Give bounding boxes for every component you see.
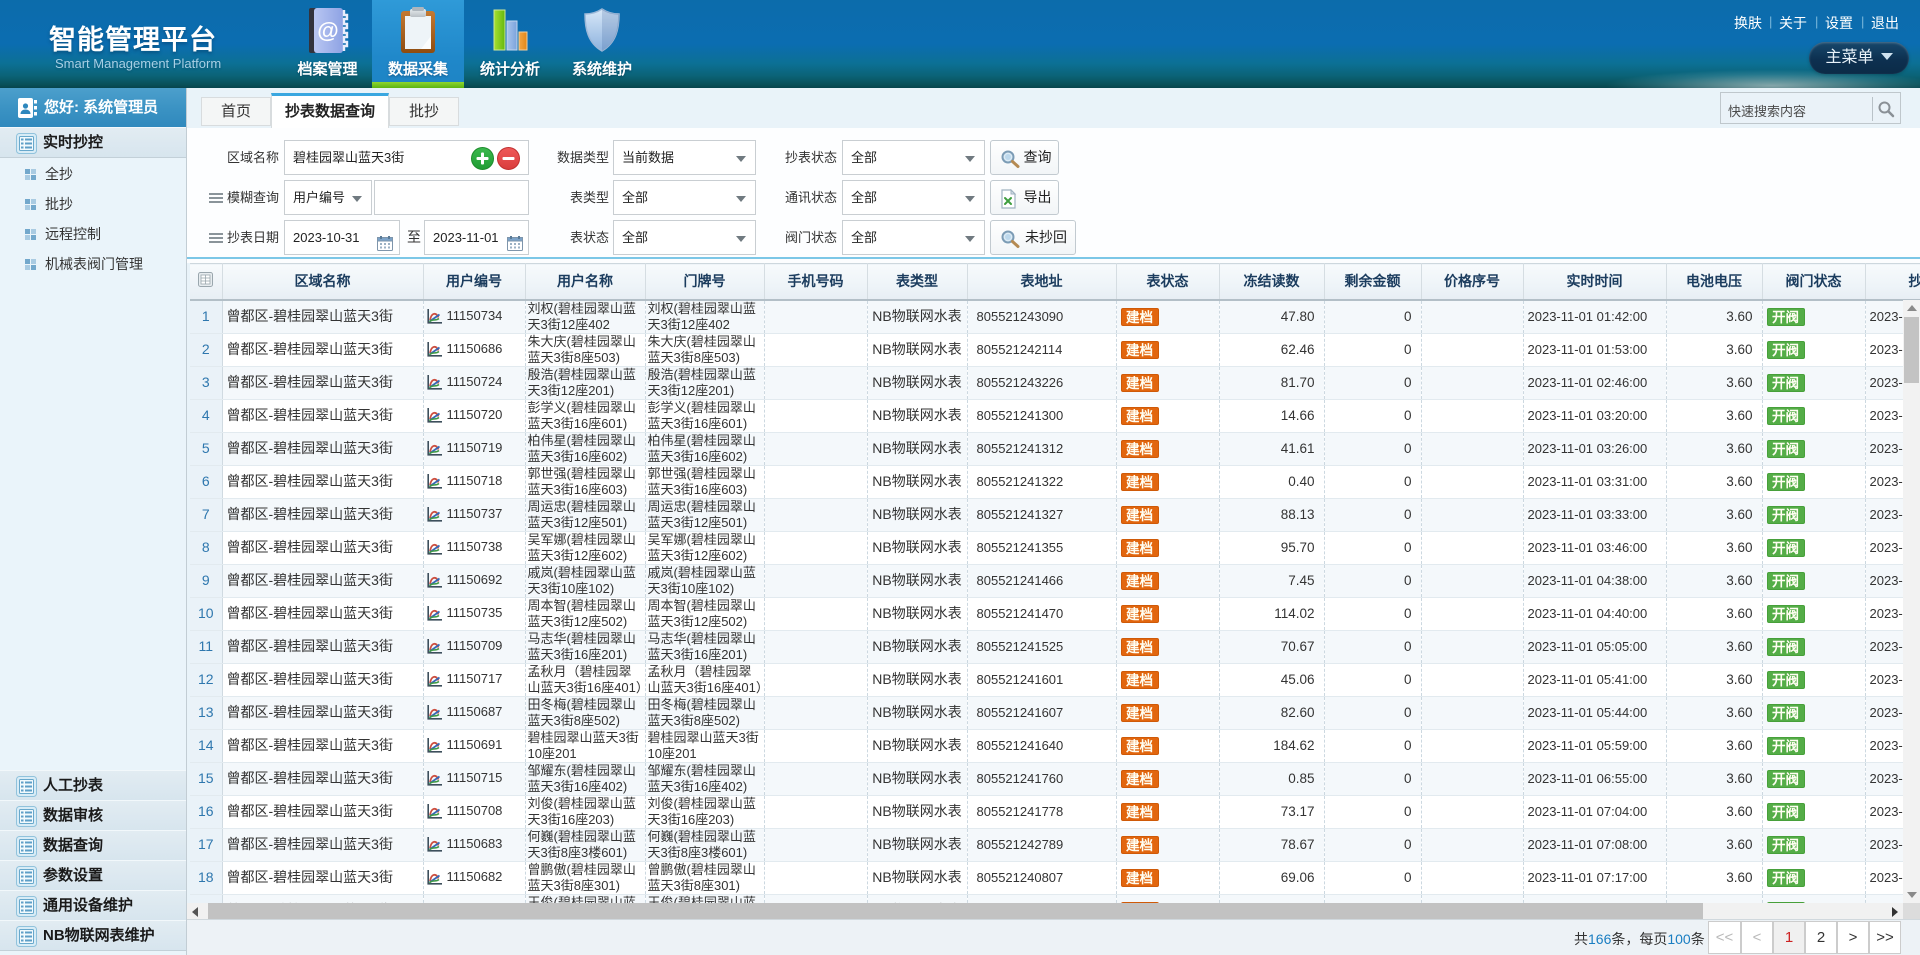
svg-text:@: @ <box>317 18 338 43</box>
